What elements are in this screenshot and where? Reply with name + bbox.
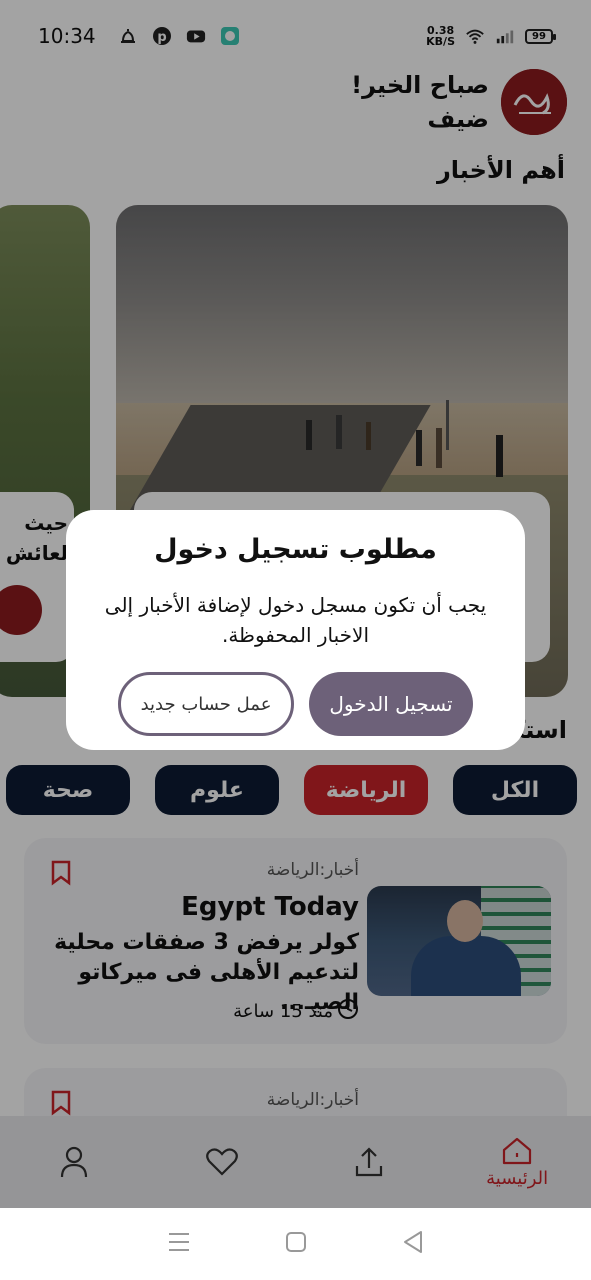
system-nav-bar xyxy=(0,1208,591,1280)
login-button[interactable]: تسجيل الدخول xyxy=(309,672,473,736)
dialog-body: يجب أن تكون مسجل دخول لإضافة الأخبار إلى… xyxy=(104,593,487,647)
back-icon[interactable] xyxy=(402,1230,424,1258)
menu-icon[interactable] xyxy=(167,1231,191,1257)
dialog-title: مطلوب تسجيل دخول xyxy=(154,534,437,565)
square-icon[interactable] xyxy=(285,1231,307,1257)
login-required-dialog: مطلوب تسجيل دخول يجب أن تكون مسجل دخول ل… xyxy=(66,510,525,750)
register-button[interactable]: عمل حساب جديد xyxy=(118,672,294,736)
